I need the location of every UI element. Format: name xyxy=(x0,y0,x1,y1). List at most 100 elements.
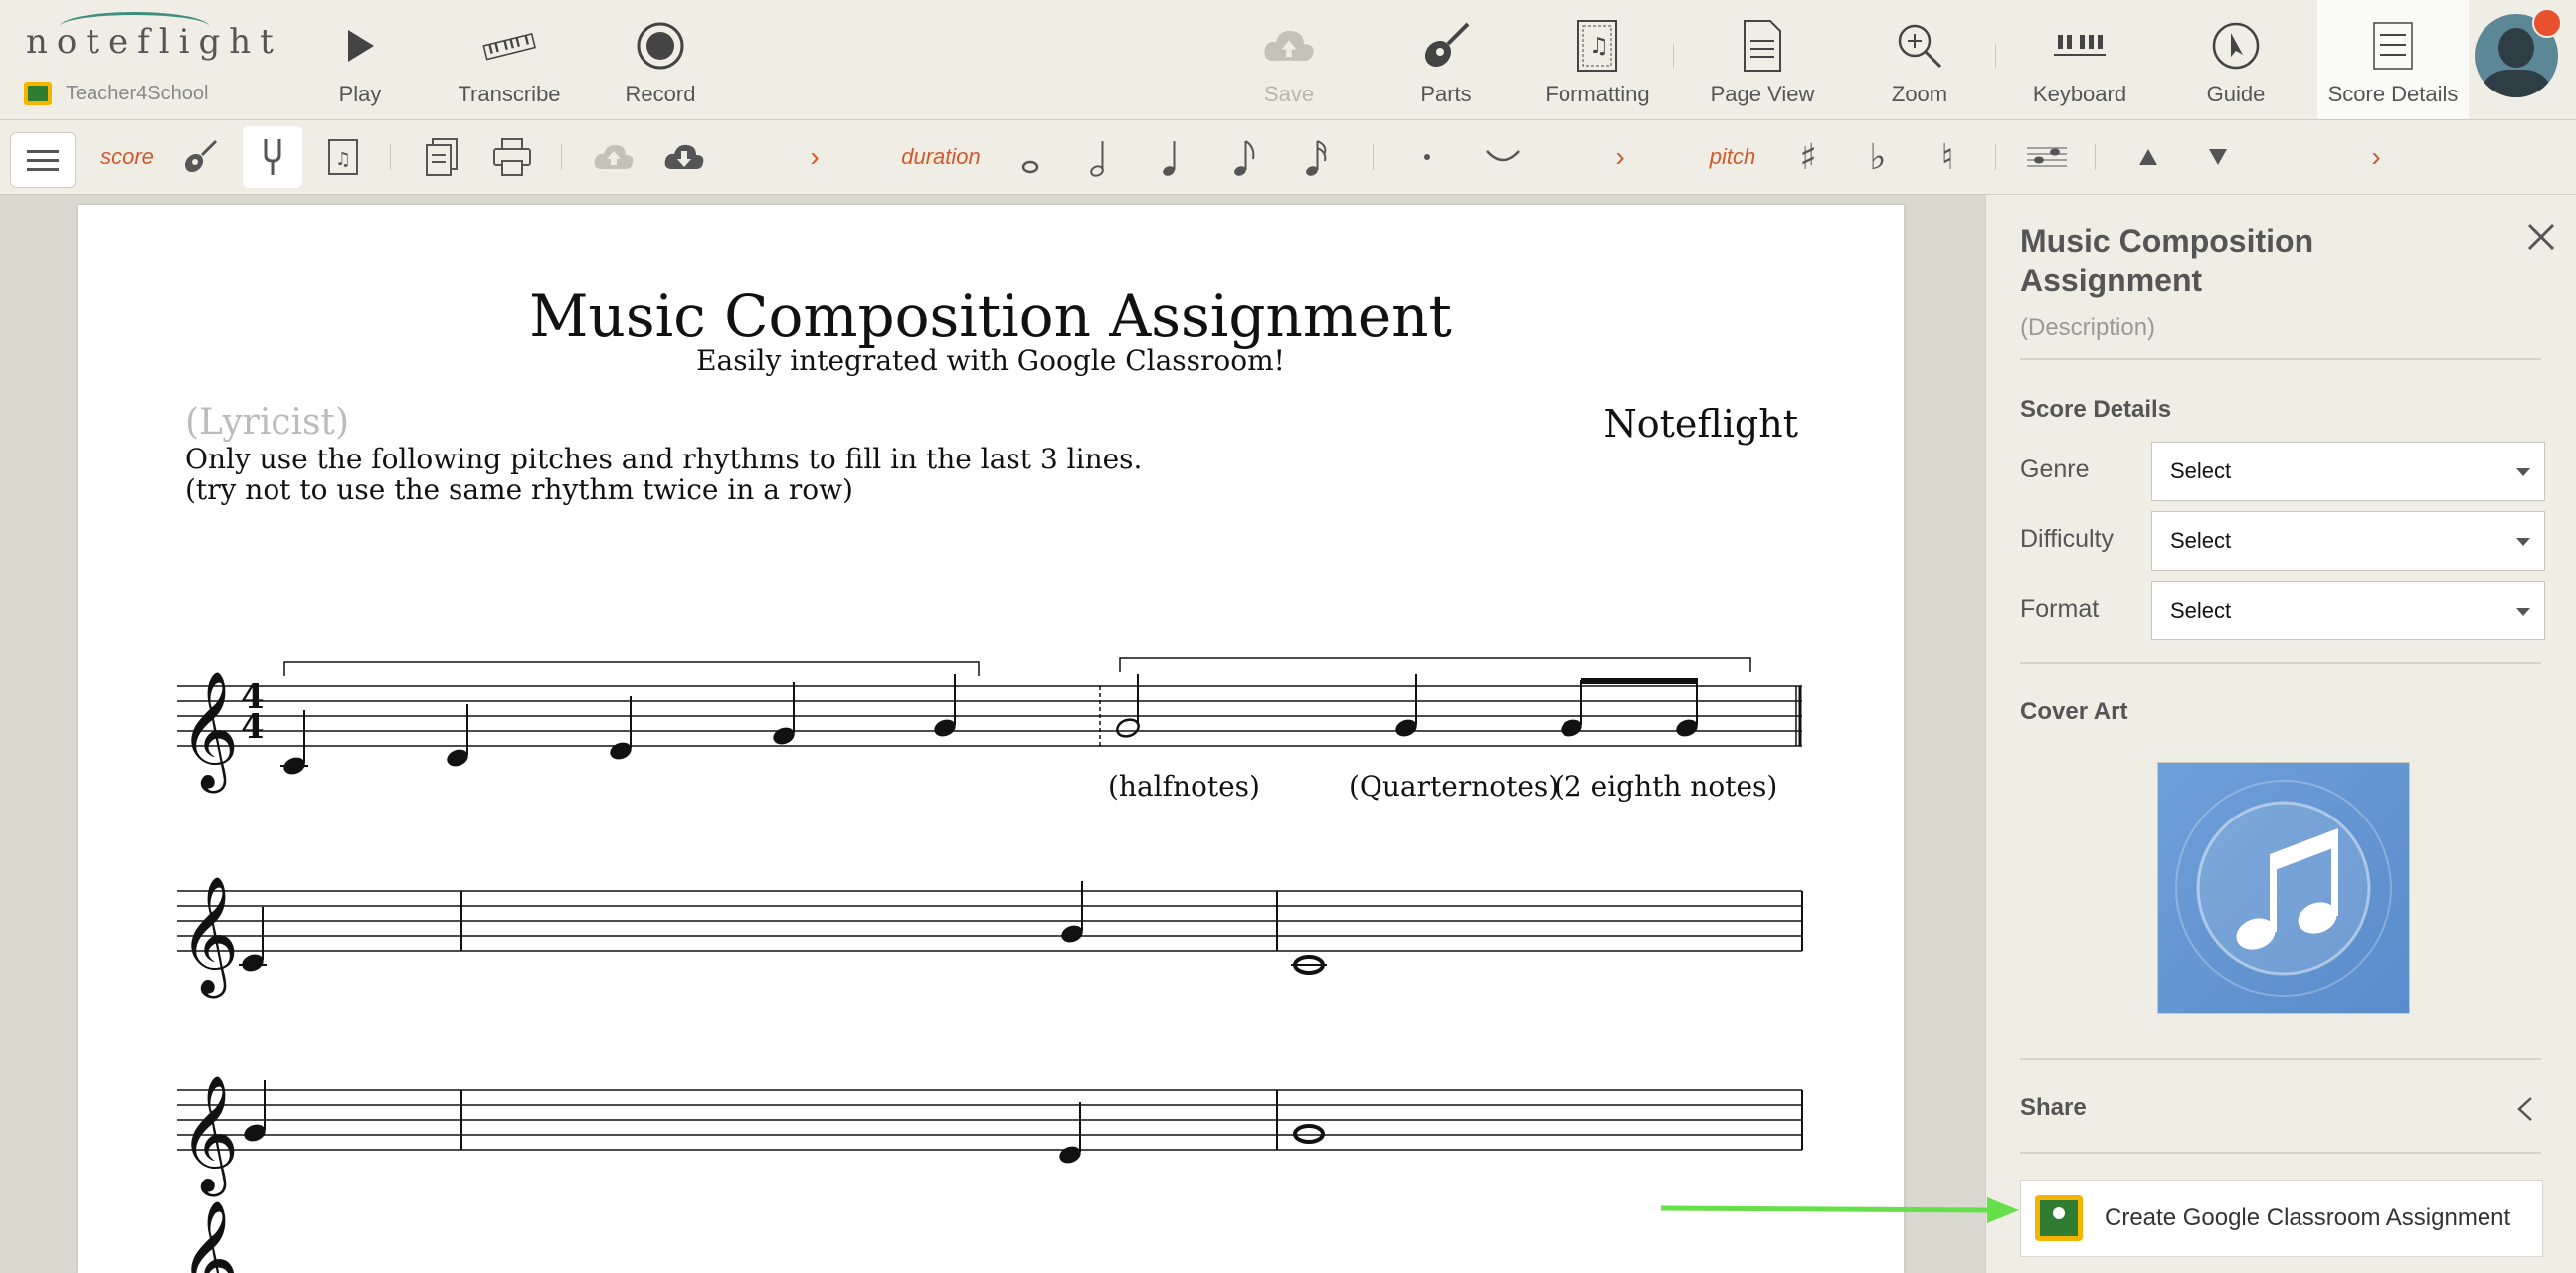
cover-art-image[interactable] xyxy=(2157,762,2410,1014)
treble-clef-icon: 𝄞 xyxy=(179,670,239,794)
whole-note-icon xyxy=(1021,160,1039,174)
enharmonic-button[interactable] xyxy=(2019,120,2075,194)
toolbar-separator xyxy=(1673,44,1674,68)
chevron-right-icon: › xyxy=(2371,141,2381,172)
guide-label: Guide xyxy=(2206,82,2266,106)
formatting-button[interactable]: ♫ Formatting xyxy=(1538,0,1657,119)
divider xyxy=(2020,662,2541,664)
close-icon xyxy=(2527,223,2555,251)
tie-button[interactable] xyxy=(1478,120,1528,194)
google-classroom-button-label: Create Google Classroom Assignment xyxy=(2105,1204,2511,1231)
guitar-icon xyxy=(1418,18,1474,74)
play-label: Play xyxy=(338,82,382,106)
score-page[interactable]: Music Composition Assignment Easily inte… xyxy=(78,205,1904,1273)
format-select[interactable]: Select xyxy=(2151,581,2545,640)
score-expand-chevron[interactable]: › xyxy=(802,120,828,194)
transcribe-button[interactable]: Transcribe xyxy=(448,0,571,119)
treble-clef-icon: 𝄞 xyxy=(179,875,239,999)
pitch-up-button[interactable] xyxy=(2130,120,2166,194)
parts-label: Parts xyxy=(1420,82,1472,106)
treble-clef-icon: 𝄞 xyxy=(179,1199,239,1273)
svg-text:♫: ♫ xyxy=(1589,34,1609,59)
top-toolbar: noteflight Teacher4School Play Transcrib… xyxy=(0,0,2576,120)
eighth-note-button[interactable] xyxy=(1225,120,1265,194)
sharp-button[interactable]: ♯ xyxy=(1788,120,1828,194)
duration-expand-chevron[interactable]: › xyxy=(1607,120,1633,194)
pitch-down-button[interactable] xyxy=(2200,120,2236,194)
toolbar-separator xyxy=(1373,144,1374,170)
panel-description[interactable]: (Description) xyxy=(2020,314,2155,342)
staff-system-3 xyxy=(177,1089,1803,1151)
page-view-button[interactable]: Page View xyxy=(1703,0,1822,119)
teacher-account[interactable]: Teacher4School xyxy=(24,82,208,105)
music-staff[interactable]: 𝄞 𝄞 𝄞 𝄞 xyxy=(78,205,1904,1273)
share-heading[interactable]: Share xyxy=(2020,1094,2087,1122)
score-details-heading: Score Details xyxy=(2020,396,2172,423)
cloud-upload-icon xyxy=(1261,18,1317,74)
printer-icon xyxy=(493,138,531,176)
zoom-button[interactable]: Zoom xyxy=(1880,0,1959,119)
treble-clef-icon: 𝄞 xyxy=(179,1074,239,1197)
notification-badge[interactable] xyxy=(2532,8,2562,38)
annotation-quarternotes[interactable]: (Quarternotes) xyxy=(1349,770,1559,803)
sixteenth-note-button[interactable] xyxy=(1297,120,1337,194)
cloud-upload-button[interactable] xyxy=(589,120,639,194)
parts-button[interactable]: Parts xyxy=(1406,0,1486,119)
toolbar-separator xyxy=(561,144,562,170)
score-setup-button[interactable]: ♫ xyxy=(318,120,368,194)
guitar-icon xyxy=(184,139,218,173)
difficulty-select-value: Select xyxy=(2170,528,2232,553)
instrument-button[interactable] xyxy=(175,120,225,194)
noteflight-logo[interactable]: noteflight xyxy=(26,22,282,62)
difficulty-select[interactable]: Select xyxy=(2151,511,2545,571)
record-icon xyxy=(633,18,688,74)
menu-icon-bar xyxy=(27,149,59,153)
sharp-icon: ♯ xyxy=(1799,136,1817,178)
play-icon xyxy=(332,18,388,74)
divider xyxy=(2020,1058,2541,1060)
half-note-button[interactable] xyxy=(1080,120,1120,194)
google-classroom-icon xyxy=(2035,1195,2083,1241)
save-button[interactable]: Save xyxy=(1249,0,1329,119)
guide-button[interactable]: Guide xyxy=(2196,0,2276,119)
annotation-halfnotes[interactable]: (halfnotes) xyxy=(1108,770,1260,803)
flat-button[interactable]: ♭ xyxy=(1858,120,1898,194)
record-button[interactable]: Record xyxy=(611,0,710,119)
chevron-down-icon xyxy=(2516,468,2530,476)
dot-button[interactable] xyxy=(1410,120,1444,194)
keyboard-transcribe-icon xyxy=(481,18,537,74)
genre-select[interactable]: Select xyxy=(2151,442,2545,501)
natural-icon: ♮ xyxy=(1940,136,1954,178)
share-toggle[interactable] xyxy=(2513,1094,2537,1124)
copy-button[interactable] xyxy=(418,120,467,194)
tuning-fork-button[interactable] xyxy=(243,126,302,188)
create-google-classroom-assignment-button[interactable]: Create Google Classroom Assignment xyxy=(2020,1180,2543,1257)
triangle-up-icon xyxy=(2139,149,2157,165)
cover-art-heading: Cover Art xyxy=(2020,698,2128,725)
cloud-download-button[interactable] xyxy=(656,120,712,194)
play-button[interactable]: Play xyxy=(320,0,400,119)
panel-score-title[interactable]: Music Composition Assignment xyxy=(2020,221,2497,300)
avatar-torso xyxy=(2483,70,2550,97)
annotation-eighth-notes[interactable]: (2 eighth notes) xyxy=(1554,770,1777,803)
genre-select-value: Select xyxy=(2170,458,2232,483)
natural-button[interactable]: ♮ xyxy=(1928,120,1967,194)
chevron-right-icon: › xyxy=(810,141,820,172)
keyboard-button[interactable]: Keyboard xyxy=(2025,0,2134,119)
formatting-label: Formatting xyxy=(1545,82,1650,106)
sixteenth-note-icon xyxy=(1306,140,1327,176)
close-panel-button[interactable] xyxy=(2521,217,2561,257)
edit-toolbar: score ♫ › duration › pitch ♯ ♭ ♮ › xyxy=(0,120,2576,195)
piano-keyboard-icon xyxy=(2052,18,2108,74)
divider xyxy=(2020,358,2541,360)
page-view-label: Page View xyxy=(1710,82,1815,106)
zoom-icon xyxy=(1892,18,1947,74)
pitch-expand-chevron[interactable]: › xyxy=(2363,120,2389,194)
compass-icon xyxy=(2208,18,2264,74)
time-signature[interactable]: 4 4 xyxy=(241,680,265,744)
score-details-button[interactable]: Score Details xyxy=(2317,0,2469,119)
whole-note-button[interactable] xyxy=(1011,120,1050,194)
menu-button[interactable] xyxy=(10,132,76,188)
quarter-note-button[interactable] xyxy=(1152,120,1192,194)
print-button[interactable] xyxy=(487,120,537,194)
